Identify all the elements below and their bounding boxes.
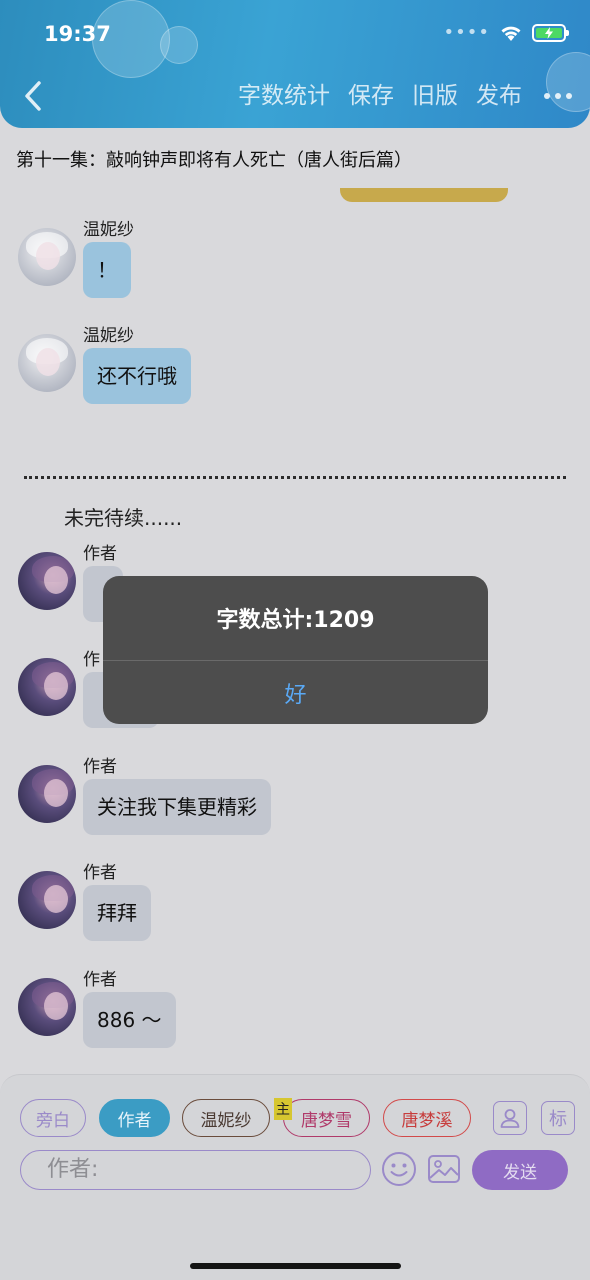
image-icon (428, 1155, 460, 1183)
sender-name: 作者 (83, 970, 117, 990)
more-dots-icon[interactable] (544, 80, 572, 112)
avatar[interactable] (18, 334, 76, 392)
avatar[interactable] (18, 765, 76, 823)
avatar[interactable] (18, 228, 76, 286)
tag-button[interactable]: 标 (541, 1101, 575, 1135)
character-button[interactable] (493, 1101, 527, 1135)
avatar[interactable] (18, 552, 76, 610)
word-count-button[interactable]: 字数统计 (238, 80, 330, 112)
message-bubble[interactable]: 886 ～ (83, 992, 176, 1048)
role-chip-author[interactable]: 作者 (99, 1099, 170, 1137)
avatar[interactable] (18, 658, 76, 716)
sender-name: 作者 (83, 544, 117, 564)
sender-name: 温妮纱 (83, 326, 134, 346)
message-bubble[interactable]: 拜拜 (83, 885, 151, 941)
status-icons: •••• (443, 22, 569, 43)
sender-name: 温妮纱 (83, 220, 134, 240)
old-version-button[interactable]: 旧版 (412, 80, 458, 112)
sender-name: 作 (83, 650, 100, 670)
role-chip-narrator[interactable]: 旁白 (20, 1099, 86, 1137)
smiley-icon (382, 1152, 416, 1186)
role-chip-wennisha[interactable]: 温妮纱 (182, 1099, 270, 1137)
message-bubble[interactable]: ！ (83, 242, 131, 298)
message-bubble[interactable]: 关注我下集更精彩 (83, 779, 271, 835)
word-count-dialog: 字数总计:1209 好 (103, 576, 488, 724)
image-button[interactable] (426, 1151, 462, 1187)
nav-actions: 字数统计 保存 旧版 发布 (220, 80, 572, 112)
dotted-divider (24, 476, 566, 479)
publish-button[interactable]: 发布 (476, 80, 522, 112)
avatar[interactable] (18, 978, 76, 1036)
signal-icon: •••• (443, 22, 490, 43)
status-time: 19:37 (44, 22, 111, 46)
home-indicator (190, 1263, 401, 1269)
chevron-left-icon (25, 81, 41, 111)
header: 19:37 •••• 字数统计 保存 旧版 发布 (0, 0, 590, 128)
dialog-message: 字数总计:1209 (103, 576, 488, 661)
battery-icon (532, 24, 569, 42)
main-role-badge: 主 (274, 1098, 292, 1120)
back-button[interactable] (18, 78, 48, 114)
person-icon (500, 1109, 520, 1128)
sender-name: 作者 (83, 863, 117, 883)
avatar[interactable] (18, 871, 76, 929)
partial-message-bubble (340, 188, 508, 202)
message-input[interactable]: 作者: (20, 1150, 371, 1190)
wifi-icon (501, 26, 521, 41)
sender-name: 作者 (83, 757, 117, 777)
to-be-continued-text: 未完待续...... (64, 506, 183, 530)
episode-title: 第十一集：敲响钟声即将有人死亡（唐人街后篇） (16, 150, 412, 171)
send-button[interactable]: 发送 (472, 1150, 568, 1190)
save-button[interactable]: 保存 (348, 80, 394, 112)
dialog-ok-button[interactable]: 好 (103, 661, 488, 724)
role-chip-tangmengxi[interactable]: 唐梦溪 (383, 1099, 471, 1137)
message-bubble[interactable]: 还不行哦 (83, 348, 191, 404)
emoji-button[interactable] (381, 1151, 417, 1187)
role-chip-tangmengxue[interactable]: 唐梦雪 (283, 1099, 370, 1137)
